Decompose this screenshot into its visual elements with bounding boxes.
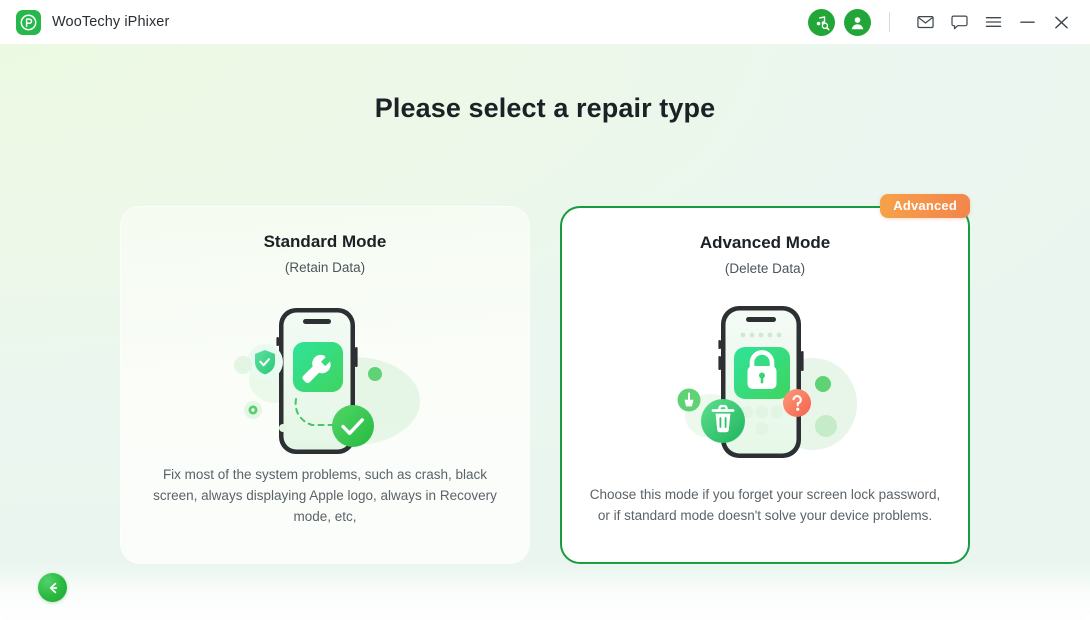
advanced-badge: Advanced bbox=[880, 194, 970, 218]
phone-wrench-illustration bbox=[121, 291, 529, 471]
toolbar-divider bbox=[889, 12, 890, 32]
repair-type-options: Standard Mode (Retain Data) Fix most of … bbox=[120, 194, 970, 564]
feedback-chat-icon[interactable] bbox=[944, 8, 974, 36]
title-bar: WooTechy iPhixer bbox=[0, 0, 1090, 44]
menu-icon[interactable] bbox=[978, 8, 1008, 36]
card-description-advanced: Choose this mode if you forget your scre… bbox=[589, 487, 941, 523]
music-search-icon[interactable] bbox=[808, 8, 835, 36]
card-subtitle-standard: (Retain Data) bbox=[284, 260, 366, 275]
back-button[interactable] bbox=[38, 573, 67, 602]
arrow-left-icon bbox=[45, 580, 61, 596]
mail-icon[interactable] bbox=[910, 8, 940, 36]
user-account-icon[interactable] bbox=[844, 8, 871, 36]
wootechy-logo-icon bbox=[16, 9, 41, 35]
page-body: Please select a repair type Standard Mod… bbox=[0, 44, 1090, 620]
app-window: WooTechy iPhixer Please select a repair … bbox=[0, 0, 1090, 620]
page-title: Please select a repair type bbox=[374, 93, 716, 123]
phone-lock-illustration bbox=[562, 292, 968, 472]
repair-card-standard[interactable]: Standard Mode (Retain Data) Fix most of … bbox=[120, 206, 530, 564]
close-icon[interactable] bbox=[1046, 8, 1076, 36]
card-subtitle-advanced: (Delete Data) bbox=[724, 261, 806, 276]
titlebar-actions bbox=[799, 8, 1076, 36]
repair-card-advanced[interactable]: Advanced Advanced Mode (Delete Data) Cho… bbox=[560, 194, 970, 564]
app-title: WooTechy iPhixer bbox=[52, 14, 170, 30]
brand: WooTechy iPhixer bbox=[16, 9, 170, 35]
card-title-advanced: Advanced Mode bbox=[699, 233, 831, 252]
card-description-standard: Fix most of the system problems, such as… bbox=[153, 467, 497, 524]
minimize-icon[interactable] bbox=[1012, 8, 1042, 36]
card-title-standard: Standard Mode bbox=[263, 232, 387, 251]
